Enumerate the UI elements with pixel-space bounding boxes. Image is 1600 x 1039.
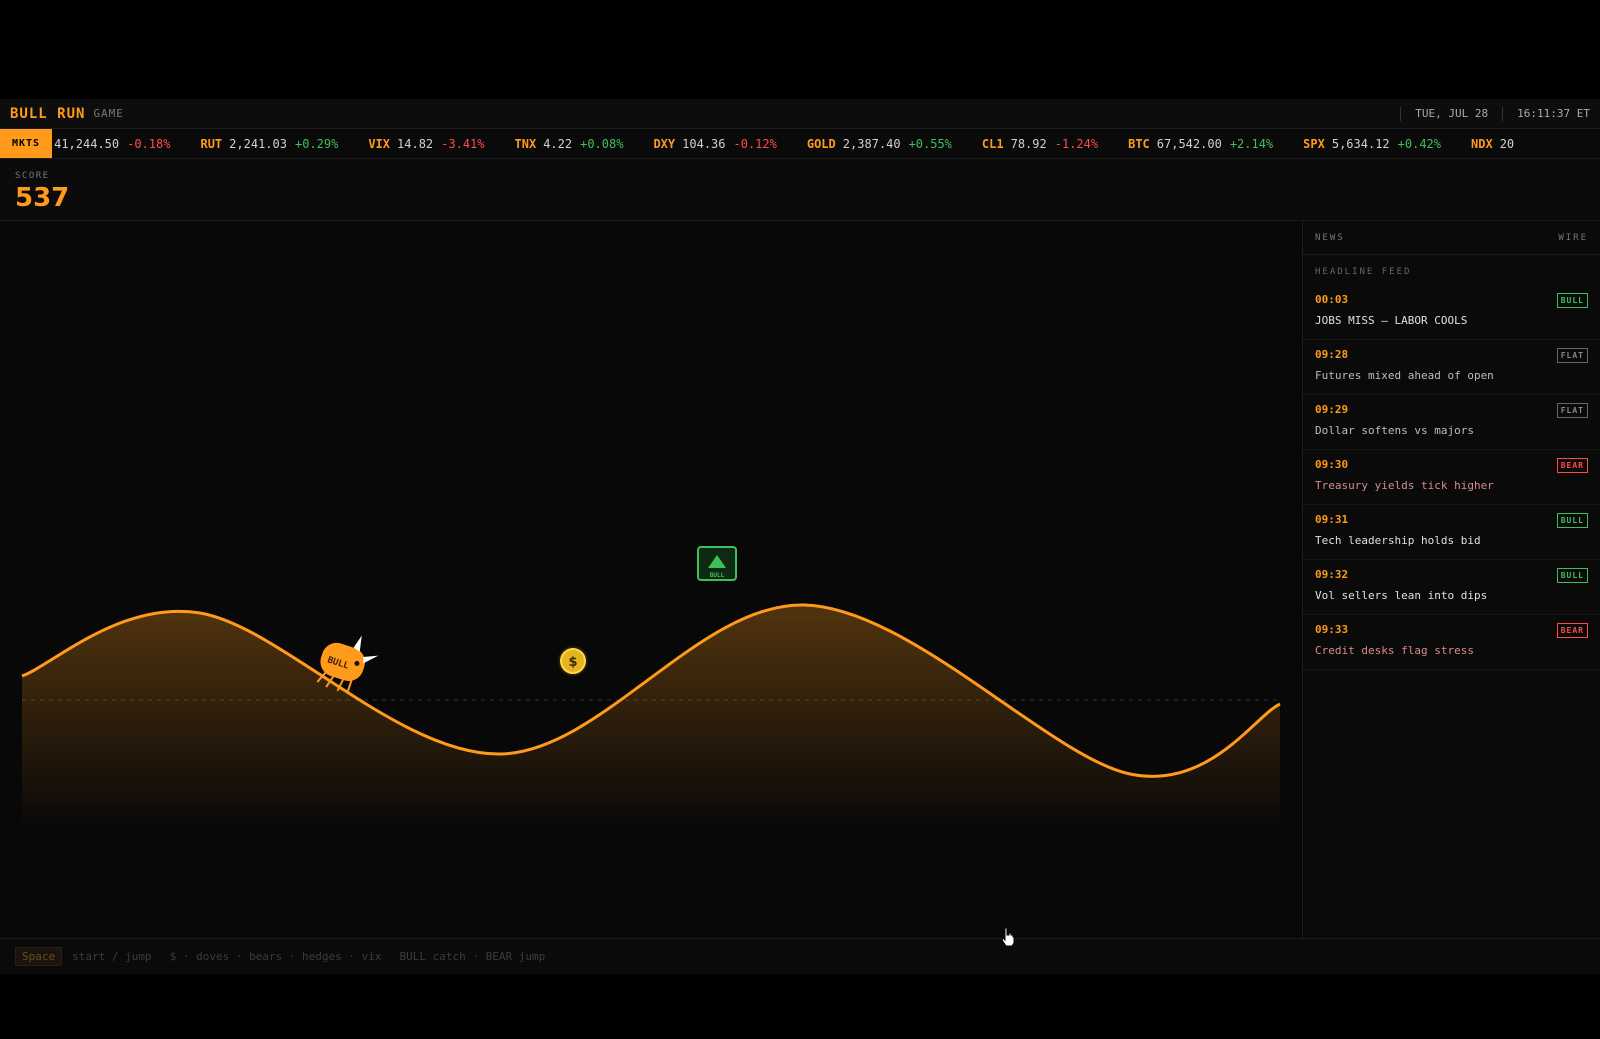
- date-display: TUE, JUL 28: [1415, 107, 1489, 120]
- powerup-label: BULL: [710, 572, 725, 579]
- news-headline: Treasury yields tick higher: [1315, 479, 1494, 492]
- ticker-item: DXY 104.36 -0.12%: [653, 137, 776, 151]
- score-panel: SCORE 537: [0, 159, 1600, 221]
- ticker-value: 78.92: [1010, 136, 1047, 151]
- sentiment-badge: BEAR: [1556, 458, 1588, 473]
- ticker-item: GOLD 2,387.40 +0.55%: [807, 137, 952, 151]
- ticker-change: +0.55%: [908, 136, 952, 151]
- sentiment-badge: BEAR: [1556, 623, 1588, 638]
- game-scene: BULL $ BULL: [21, 546, 1281, 831]
- game-app: BULL RUN GAME TUE, JUL 28 16:11:37 ET MK…: [0, 99, 1600, 974]
- sentiment-badge: BULL: [1556, 293, 1588, 308]
- ticker-value: 20: [1499, 136, 1515, 151]
- ticker-item: 41,244.50 -0.18%: [54, 137, 170, 151]
- game-canvas[interactable]: BULL $ BULL: [0, 221, 1303, 938]
- ticker-symbol: SPX: [1303, 136, 1325, 151]
- news-item[interactable]: 00:03 JOBS MISS — LABOR COOLS BULL: [1303, 285, 1600, 340]
- coin-symbol: $: [568, 655, 577, 670]
- ticker-value: 2,387.40: [842, 136, 901, 151]
- news-headline: JOBS MISS — LABOR COOLS: [1315, 314, 1468, 327]
- score-value: 537: [15, 183, 70, 213]
- clock-display: 16:11:37 ET: [1517, 107, 1590, 120]
- news-headline: Credit desks flag stress: [1315, 644, 1474, 657]
- bull-powerup: BULL: [697, 546, 737, 581]
- ticker-value: 4.22: [543, 136, 573, 151]
- coin: $: [558, 646, 588, 676]
- news-time: 00:03: [1315, 293, 1349, 306]
- news-item[interactable]: 09:30 Treasury yields tick higher BEAR: [1303, 450, 1600, 505]
- ticker-change: -3.41%: [441, 136, 485, 151]
- divider: [1400, 106, 1402, 121]
- ticker-symbol: NDX: [1471, 136, 1493, 151]
- ticker-change: -0.18%: [127, 136, 171, 151]
- ticker-item: BTC 67,542.00 +2.14%: [1128, 137, 1273, 151]
- sentiment-badge: BULL: [1556, 568, 1588, 583]
- ticker-change: +2.14%: [1229, 136, 1274, 151]
- hand-cursor-icon: [1001, 927, 1015, 947]
- top-bar: BULL RUN GAME TUE, JUL 28 16:11:37 ET: [0, 99, 1600, 129]
- ticker-value: 5,634.12: [1331, 136, 1390, 151]
- news-item[interactable]: 09:32 Vol sellers lean into dips BULL: [1303, 560, 1600, 615]
- ticker-symbol: GOLD: [806, 136, 836, 151]
- news-header: NEWS WIRE: [1303, 221, 1600, 255]
- news-item[interactable]: 09:31 Tech leadership holds bid BULL: [1303, 505, 1600, 560]
- hint-text: start / jump: [72, 950, 152, 963]
- news-time: 09:30: [1315, 458, 1349, 471]
- news-headline: Futures mixed ahead of open: [1315, 369, 1494, 382]
- score-label: SCORE: [15, 171, 50, 181]
- news-panel: NEWS WIRE HEADLINE FEED 00:03 JOBS MISS —…: [1303, 221, 1600, 938]
- ticker-symbol: VIX: [368, 136, 391, 151]
- divider: [1502, 106, 1504, 121]
- news-time: 09:29: [1315, 403, 1349, 416]
- ticker-item: TNX 4.22 +0.08%: [515, 137, 624, 151]
- news-time: 09:28: [1315, 348, 1349, 361]
- ticker-symbol: TNX: [514, 136, 537, 151]
- ticker-change: -0.12%: [733, 136, 777, 151]
- ticker-symbol: DXY: [653, 136, 676, 151]
- ticker-value: 41,244.50: [54, 136, 120, 151]
- news-item[interactable]: 09:33 Credit desks flag stress BEAR: [1303, 615, 1600, 670]
- news-subtitle: WIRE: [1558, 232, 1588, 243]
- ticker-item: NDX 20: [1471, 137, 1522, 151]
- news-headline: Vol sellers lean into dips: [1315, 589, 1488, 602]
- ticker-value: 14.82: [397, 136, 434, 151]
- news-item[interactable]: 09:29 Dollar softens vs majors FLAT: [1303, 395, 1600, 450]
- news-list: 00:03 JOBS MISS — LABOR COOLS BULL 09:28 Fut…: [1303, 285, 1600, 670]
- ticker-value: 67,542.00: [1156, 136, 1222, 151]
- market-ticker: MKTS 41,244.50 -0.18% RUT 2,241.03 +0.29% VIX…: [0, 129, 1600, 159]
- ticker-symbol: CL1: [981, 136, 1004, 151]
- news-item[interactable]: 09:28 Futures mixed ahead of open FLAT: [1303, 340, 1600, 395]
- space-key-hint: Space: [15, 947, 63, 966]
- ticker-change: +0.29%: [294, 136, 339, 151]
- ticker-item: CL1 78.92 -1.24%: [982, 137, 1098, 151]
- ticker-symbol: RUT: [200, 136, 223, 151]
- ticker-track: 41,244.50 -0.18% RUT 2,241.03 +0.29% VIX 14.82…: [42, 137, 1552, 151]
- news-time: 09:31: [1315, 513, 1349, 526]
- news-title: NEWS: [1315, 232, 1345, 243]
- ticker-item: RUT 2,241.03 +0.29%: [200, 137, 338, 151]
- terrain-fill: [22, 604, 1280, 831]
- ticker-symbol: BTC: [1128, 136, 1150, 151]
- news-time: 09:33: [1315, 623, 1349, 636]
- ticker-value: 2,241.03: [229, 136, 287, 151]
- controls-hint-bar: Space start / jump $ · doves · bears · h…: [0, 938, 1600, 974]
- hint-text: BULL catch · BEAR jump: [399, 950, 546, 963]
- news-headline: Dollar softens vs majors: [1315, 424, 1474, 437]
- ticker-item: SPX 5,634.12 +0.42%: [1303, 137, 1441, 151]
- ticker-change: +0.08%: [580, 136, 624, 151]
- hint-text: $ · doves · bears · hedges · vix: [169, 950, 382, 963]
- sentiment-badge: FLAT: [1556, 348, 1588, 363]
- news-headline: Tech leadership holds bid: [1315, 534, 1481, 547]
- brand-title: BULL RUN: [10, 105, 86, 122]
- news-time: 09:32: [1315, 568, 1349, 581]
- ticker-change: -1.24%: [1054, 136, 1099, 151]
- ticker-value: 104.36: [682, 136, 726, 151]
- feed-title: HEADLINE FEED: [1315, 267, 1412, 277]
- sentiment-badge: BULL: [1556, 513, 1588, 528]
- ticker-change: +0.42%: [1397, 136, 1442, 151]
- sentiment-badge: FLAT: [1556, 403, 1588, 418]
- brand-subtitle: GAME: [93, 107, 124, 120]
- ticker-item: VIX 14.82 -3.41%: [368, 137, 484, 151]
